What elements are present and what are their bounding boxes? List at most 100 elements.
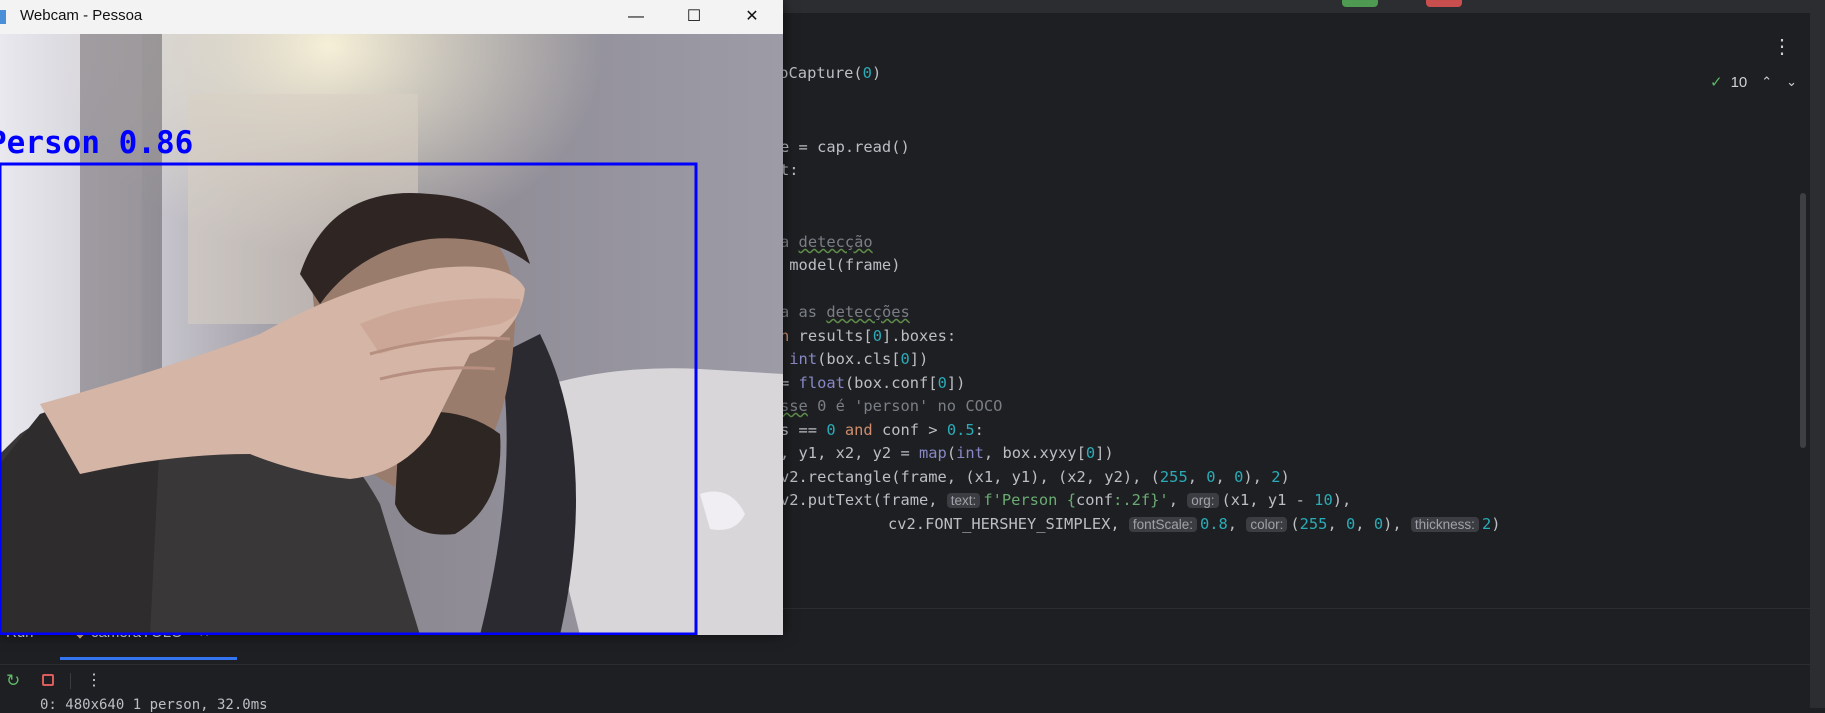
- right-tool-strip: [1810, 0, 1825, 708]
- stop-icon[interactable]: [42, 674, 54, 686]
- code-token: ): [1491, 515, 1501, 533]
- code-line: v2.rectangle(frame, (x1, y1), (x2, y2), …: [780, 465, 1290, 489]
- code-token: conf >: [881, 421, 947, 439]
- code-token: detecção: [798, 233, 873, 251]
- parameter-hint: org:: [1187, 493, 1219, 508]
- code-token: ),: [1383, 515, 1411, 533]
- code-token: 10: [1314, 491, 1333, 509]
- code-token: (box.conf[: [844, 374, 938, 392]
- code-token: ].boxes:: [881, 327, 957, 345]
- code-token: v2.rectangle(frame, (x1, y1), (x2, y2), …: [780, 468, 1160, 486]
- code-token: , box.xyxy[: [983, 444, 1086, 462]
- code-token: 0.5: [946, 421, 975, 439]
- code-line: = float(box.conf[0]): [780, 371, 965, 395]
- parameter-hint: color:: [1246, 517, 1288, 532]
- code-token: 0: [1345, 515, 1356, 533]
- code-token: model(frame): [780, 256, 901, 274]
- code-token: (box.cls[: [817, 350, 901, 368]
- code-line: model(frame): [780, 253, 900, 277]
- webcam-window[interactable]: Webcam - Pessoa — ☐ ✕ Person 0.86: [0, 0, 783, 635]
- code-token: (x1, y1 -: [1221, 491, 1315, 509]
- run-widget-button[interactable]: [1342, 0, 1378, 7]
- code-token: f'Person {: [983, 491, 1076, 509]
- code-token: ,: [1327, 515, 1346, 533]
- code-token: ): [1280, 468, 1290, 486]
- code-token: ,: [1355, 515, 1374, 533]
- webcam-feed: Person 0.86: [0, 34, 783, 635]
- code-token: eoCapture(: [770, 64, 863, 82]
- code-token: 0: [937, 374, 947, 392]
- code-token: 255: [1159, 468, 1188, 486]
- window-title: Webcam - Pessoa: [20, 7, 143, 24]
- code-token: ,: [1227, 515, 1247, 533]
- code-token: 255: [1299, 515, 1328, 533]
- code-token: 0: [900, 350, 910, 368]
- inspection-count: 10: [1730, 73, 1748, 91]
- code-token: (: [1290, 515, 1300, 533]
- code-token: 0: [1234, 468, 1244, 486]
- code-line: a detecção: [780, 230, 873, 254]
- code-token: 0: [1373, 515, 1384, 533]
- run-toolbar: ↻ ⋮: [0, 664, 1810, 695]
- editor-scrollbar[interactable]: [1797, 63, 1810, 608]
- code-token: sse: [780, 397, 808, 415]
- code-token: a as: [780, 303, 827, 321]
- parameter-hint: text:: [946, 493, 981, 508]
- code-token: }': [1150, 491, 1169, 509]
- code-token: int: [789, 350, 818, 368]
- code-token: ),: [1243, 468, 1272, 486]
- more-options-icon[interactable]: ⋮: [86, 670, 102, 690]
- code-token: results[: [789, 327, 873, 345]
- stop-widget-button[interactable]: [1426, 0, 1462, 7]
- code-token: (: [946, 444, 957, 462]
- active-tab-indicator: [60, 657, 237, 660]
- code-token: 0.8: [1199, 515, 1228, 533]
- code-token: 0: [826, 421, 836, 439]
- code-token: v2.putText(frame,: [780, 491, 947, 509]
- code-token: :.2f: [1113, 491, 1151, 509]
- code-line: int(box.cls[0]): [780, 347, 928, 371]
- code-token: ]): [946, 374, 966, 392]
- code-token: map: [919, 444, 947, 462]
- code-token: int: [956, 444, 984, 462]
- code-token: 0: [1206, 468, 1216, 486]
- code-token: s ==: [780, 421, 827, 439]
- inspection-widget[interactable]: ✓ 10 ⌃ ⌄: [1710, 73, 1797, 92]
- code-line: sse 0 é 'person' no COCO: [780, 394, 1002, 418]
- close-button[interactable]: ✕: [723, 0, 781, 34]
- code-token: float: [798, 374, 845, 392]
- minimize-button[interactable]: —: [607, 0, 665, 34]
- code-line: a as detecções: [780, 300, 910, 324]
- code-token: :: [974, 421, 984, 439]
- code-line: n results[0].boxes:: [780, 324, 956, 348]
- code-line: , y1, x2, y2 = map(int, box.xyxy[0]): [780, 441, 1114, 465]
- code-token: ]): [909, 350, 929, 368]
- code-token: 2: [1481, 515, 1492, 533]
- code-token: , y1, x2, y2 =: [780, 444, 919, 462]
- code-token: and: [835, 421, 882, 439]
- code-token: ,: [1215, 468, 1235, 486]
- code-token: cv2.FONT_HERSHEY_SIMPLEX,: [888, 515, 1129, 533]
- window-titlebar[interactable]: Webcam - Pessoa — ☐ ✕: [0, 0, 783, 35]
- code-token: ),: [1332, 491, 1352, 509]
- more-options-icon[interactable]: ⋮: [1772, 37, 1792, 57]
- code-token: detecções: [826, 303, 910, 321]
- code-line: eoCapture(0): [770, 61, 881, 85]
- code-line: cv2.FONT_HERSHEY_SIMPLEX, fontScale: 0.8,…: [888, 512, 1501, 536]
- chevron-up-icon[interactable]: ⌃: [1761, 74, 1772, 90]
- rerun-icon[interactable]: ↻: [6, 671, 20, 691]
- code-line: e = cap.read(): [780, 135, 910, 159]
- code-line: s == 0 and conf > 0.5:: [780, 418, 984, 442]
- code-token: 0: [1085, 444, 1096, 462]
- maximize-button[interactable]: ☐: [665, 0, 723, 34]
- code-line: v2.putText(frame, text: f'Person {conf:.2…: [780, 488, 1351, 512]
- code-token: ,: [1187, 468, 1207, 486]
- parameter-hint: fontScale:: [1128, 517, 1197, 532]
- app-icon: [0, 10, 6, 24]
- chevron-down-icon[interactable]: ⌄: [1786, 74, 1797, 90]
- scrollbar-thumb[interactable]: [1800, 193, 1806, 448]
- parameter-hint: thickness:: [1410, 517, 1479, 532]
- detection-label: Person 0.86: [0, 125, 194, 161]
- console-output: 0: 480x640 1 person, 32.0ms: [40, 697, 268, 713]
- code-token: 0: [872, 327, 882, 345]
